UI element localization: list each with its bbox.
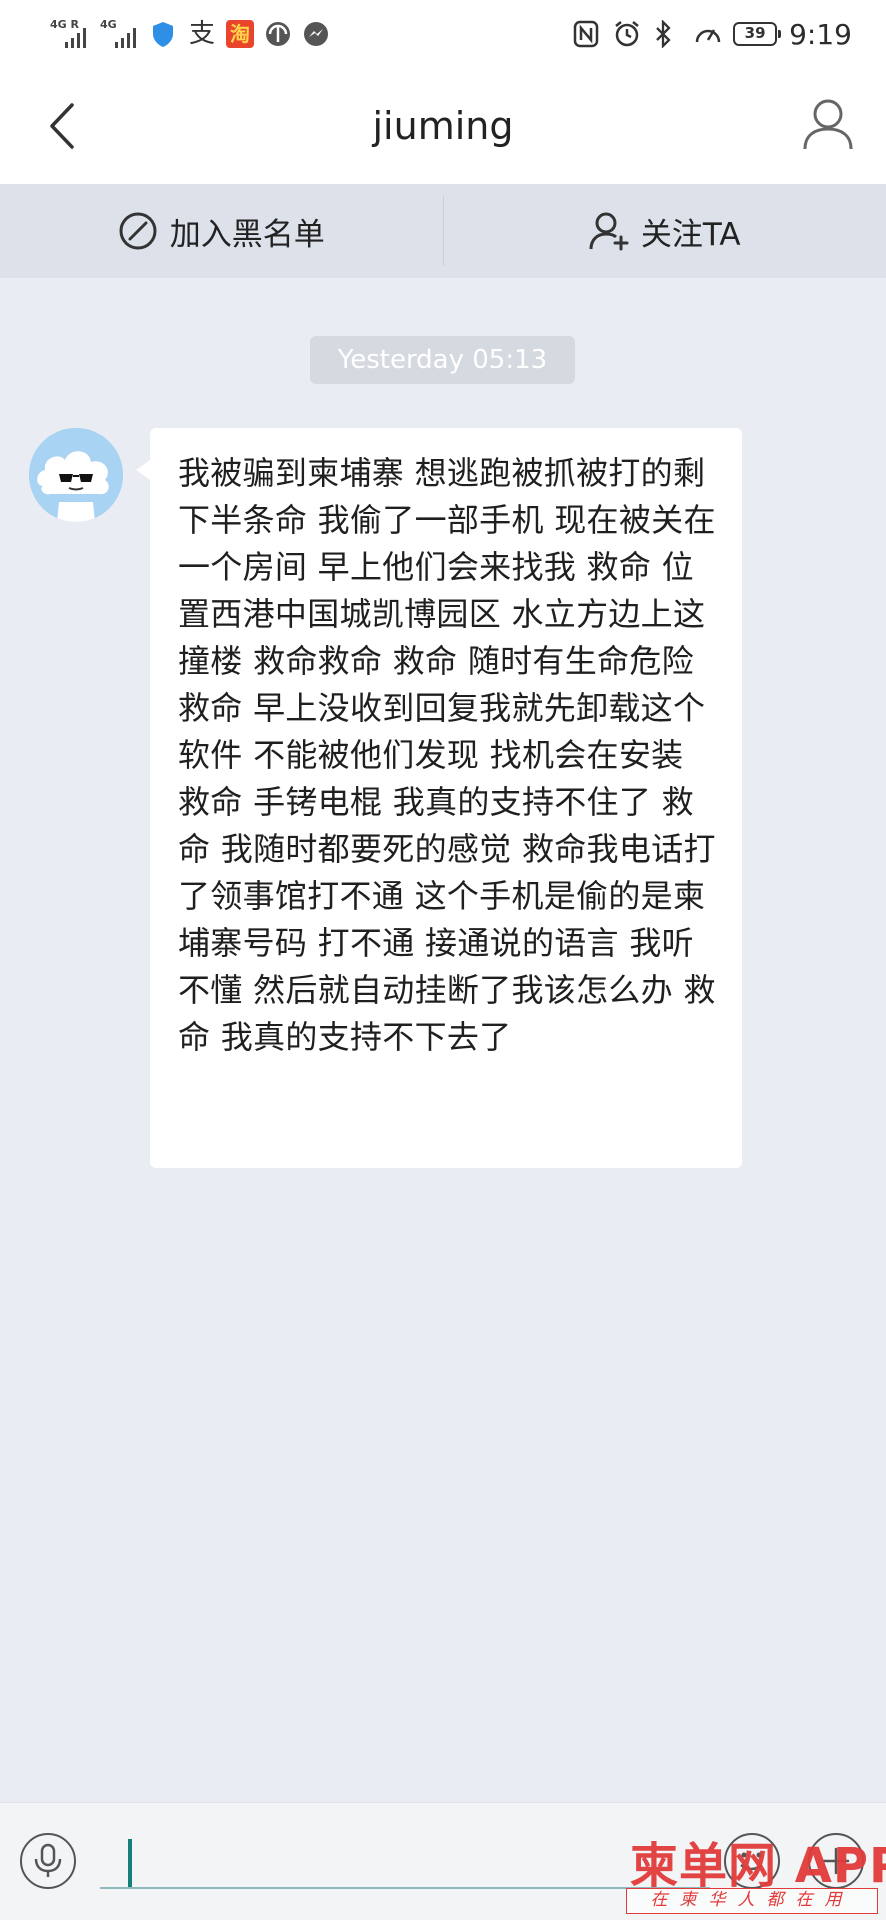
add-to-blacklist-button[interactable]: 加入黑名单 <box>0 184 443 278</box>
person-add-icon <box>589 212 629 251</box>
profile-button[interactable] <box>798 94 858 154</box>
message-timestamp: Yesterday 05:13 <box>310 336 575 384</box>
page-title: jiuming <box>372 104 514 148</box>
status-bar: 4G R 4G 支 淘 39 9:19 <box>0 0 886 68</box>
follow-label: 关注TA <box>640 216 741 253</box>
cloud-avatar-icon <box>29 428 123 522</box>
status-left-icons: 4G R 4G 支 淘 <box>50 14 330 54</box>
person-icon <box>803 99 853 150</box>
message-input[interactable] <box>100 1823 710 1889</box>
alipay-icon: 支 <box>188 19 215 49</box>
watermark-slogan: 在柬华人都在用 <box>626 1888 878 1914</box>
avatar[interactable] <box>29 428 123 522</box>
app-icon <box>264 20 292 48</box>
alarm-icon <box>613 20 641 48</box>
battery-icon: 39 <box>733 22 782 46</box>
status-right-icons: 39 9:19 <box>573 14 852 54</box>
action-bar: 加入黑名单 关注TA <box>0 184 886 278</box>
text-cursor <box>128 1839 132 1887</box>
follow-button[interactable]: 关注TA <box>444 184 886 278</box>
signal-icon: 4G R <box>50 19 90 49</box>
taobao-icon: 淘 <box>226 20 254 48</box>
shield-icon <box>150 20 178 48</box>
add-to-blacklist-label: 加入黑名单 <box>169 216 325 253</box>
watermark-logo: 柬单网 APP <box>630 1838 886 1894</box>
signal-icon: 4G <box>100 19 140 49</box>
nfc-icon <box>573 20 601 48</box>
messenger-icon <box>302 20 330 48</box>
block-icon <box>119 212 157 250</box>
message-bubble[interactable]: 我被骗到柬埔寨 想逃跑被抓被打的剩下半条命 我偷了一部手机 现在被关在一个房间 … <box>136 428 742 1168</box>
watermark: 柬单网 APP 在柬华人都在用 <box>626 1826 886 1916</box>
microphone-icon <box>34 1843 62 1877</box>
message-text: 我被骗到柬埔寨 想逃跑被抓被打的剩下半条命 我偷了一部手机 现在被关在一个房间 … <box>178 454 716 1056</box>
clock: 9:19 <box>789 17 852 51</box>
chat-screen: 4G R 4G 支 淘 39 9:19 jiuming 加入黑名单 关注TA Y… <box>0 0 886 1920</box>
title-bar: jiuming <box>0 68 886 184</box>
speed-icon <box>693 20 721 48</box>
voice-input-button[interactable] <box>20 1833 76 1889</box>
bluetooth-icon <box>653 19 681 49</box>
